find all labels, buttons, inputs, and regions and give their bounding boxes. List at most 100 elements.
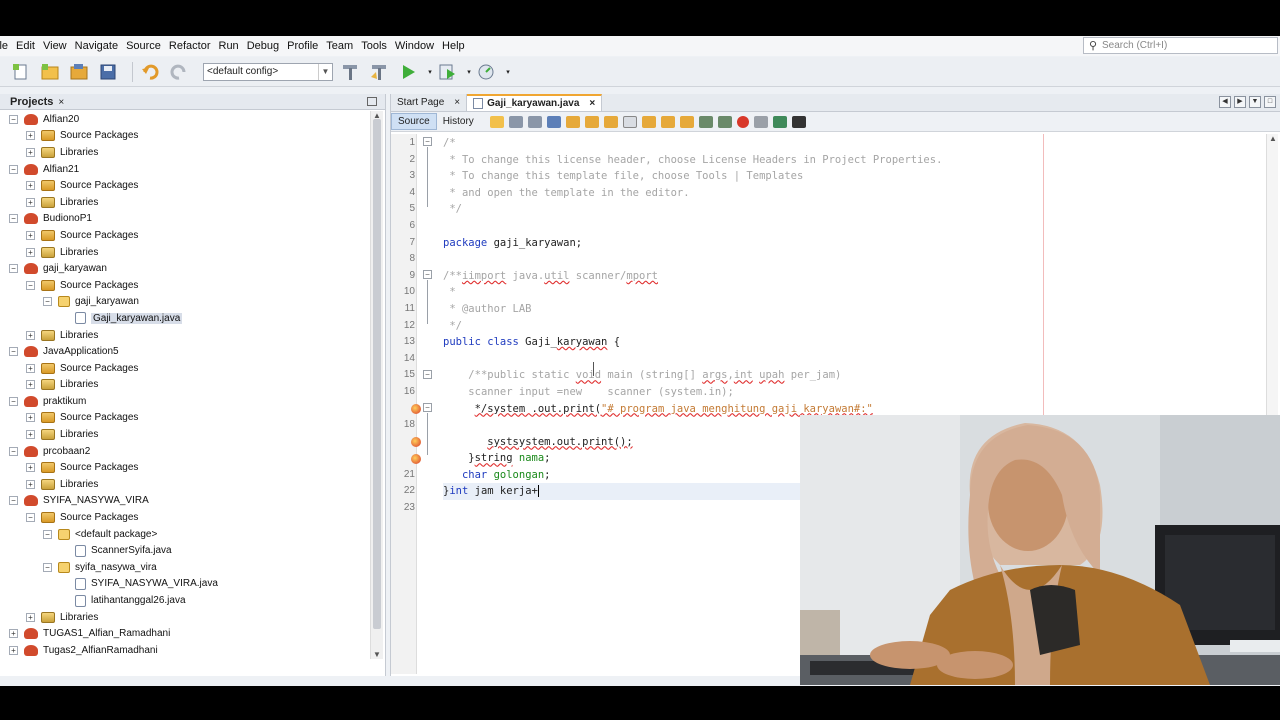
expand-icon[interactable]: + <box>26 181 35 191</box>
menu-item-profile[interactable]: Profile <box>283 40 322 52</box>
collapse-icon[interactable]: − <box>43 562 52 572</box>
build-hammer-icon[interactable] <box>339 61 361 83</box>
collapse-icon[interactable]: − <box>9 114 18 124</box>
save-all-icon[interactable] <box>97 61 119 83</box>
projects-scrollbar[interactable]: ▲ ▼ <box>370 111 383 659</box>
code-line[interactable]: 11 * @author LAB <box>405 301 1263 318</box>
tree-item[interactable]: + Libraries <box>0 327 370 344</box>
next-bookmark-icon[interactable] <box>660 115 675 128</box>
expand-icon[interactable]: + <box>26 479 35 489</box>
expand-icon[interactable]: + <box>9 629 18 639</box>
scroll-left-icon[interactable]: ◀ <box>1219 96 1231 108</box>
scroll-right-icon[interactable]: ▶ <box>1234 96 1246 108</box>
run-icon[interactable] <box>397 61 419 83</box>
code-line[interactable]: 13 public class Gaji_karyawan { <box>404 334 1263 351</box>
tree-item[interactable]: + Libraries <box>0 244 370 261</box>
expand-icon[interactable]: + <box>26 363 35 373</box>
tree-item[interactable]: + Source Packages <box>0 459 370 476</box>
code-line[interactable]: 12 */ <box>404 318 1263 335</box>
tree-item[interactable]: + Libraries <box>0 426 370 443</box>
collapse-icon[interactable]: − <box>9 164 18 174</box>
code-line[interactable]: 15 /**public static void main (string[] … <box>404 367 1263 384</box>
fold-toggle[interactable]: − <box>423 370 432 379</box>
error-hint-icon[interactable] <box>411 437 421 447</box>
scroll-up-icon[interactable]: ▲ <box>1269 134 1277 143</box>
menu-item-run[interactable]: Run <box>215 40 243 52</box>
toggle-bookmark-icon[interactable] <box>679 115 694 128</box>
redo-icon[interactable] <box>168 61 190 83</box>
tree-item[interactable]: Gaji_karyawan.java <box>0 310 370 327</box>
projects-tab[interactable]: Projects × <box>0 96 64 108</box>
expand-icon[interactable]: + <box>26 131 35 141</box>
forward-icon[interactable] <box>527 115 542 128</box>
collapse-icon[interactable]: − <box>9 264 18 274</box>
collapse-icon[interactable]: − <box>9 347 18 357</box>
collapse-icon[interactable]: − <box>9 396 18 406</box>
fold-toggle[interactable]: − <box>423 403 432 412</box>
code-line[interactable]: 5 */ <box>409 201 1263 218</box>
code-line[interactable]: 14 <box>404 351 1263 368</box>
prev-bookmark-icon[interactable] <box>641 115 656 128</box>
find-icon[interactable] <box>546 115 561 128</box>
close-icon[interactable]: × <box>58 97 64 108</box>
collapse-icon[interactable]: − <box>26 513 35 523</box>
history-tab[interactable]: History <box>437 114 480 129</box>
tree-item[interactable]: − syifa_nasywa_vira <box>0 559 370 576</box>
tree-item[interactable]: + Libraries <box>0 377 370 394</box>
debug-icon[interactable] <box>436 61 458 83</box>
tab-gaji-karyawan-java[interactable]: Gaji_karyawan.java × <box>467 94 603 111</box>
tree-item[interactable]: + Tugas2_AlfianRamadhani <box>0 642 370 659</box>
tree-item[interactable]: ScannerSyifa.java <box>0 542 370 559</box>
menu-item-view[interactable]: View <box>39 40 71 52</box>
debug-dropdown-icon[interactable]: ▾ <box>465 61 473 83</box>
tree-item[interactable]: + Libraries <box>0 609 370 626</box>
tab-start-page[interactable]: Start Page × <box>391 94 468 111</box>
tree-item[interactable]: − gaji_karyawan <box>0 260 370 277</box>
config-dropdown[interactable]: <default config> ▼ <box>203 62 333 81</box>
tree-item[interactable]: − BudionoP1 <box>0 211 370 228</box>
expand-icon[interactable]: + <box>26 197 35 207</box>
close-icon[interactable]: × <box>589 98 595 109</box>
menu-item-navigate[interactable]: Navigate <box>71 40 122 52</box>
tree-item[interactable]: − praktikum <box>0 393 370 410</box>
tree-item[interactable]: + Source Packages <box>0 410 370 427</box>
new-project-icon[interactable] <box>39 61 61 83</box>
clean-build-icon[interactable] <box>368 61 390 83</box>
menu-item-help[interactable]: Help <box>438 40 469 52</box>
open-project-icon[interactable] <box>68 61 90 83</box>
toggle-rect-select-icon[interactable] <box>622 115 637 128</box>
error-hint-icon[interactable] <box>411 454 421 464</box>
expand-icon[interactable]: + <box>26 230 35 240</box>
menu-item-debug[interactable]: Debug <box>243 40 283 52</box>
expand-icon[interactable]: + <box>26 247 35 257</box>
menu-item-ile[interactable]: ile <box>0 40 12 52</box>
profile-dropdown-icon[interactable]: ▾ <box>504 61 512 83</box>
code-line[interactable]: 4 * and open the template in the editor. <box>409 185 1263 202</box>
last-edit-icon[interactable] <box>489 115 504 128</box>
tree-item[interactable]: + Source Packages <box>0 227 370 244</box>
code-line[interactable]: 7 package gaji_karyawan; <box>409 235 1263 252</box>
collapse-icon[interactable]: − <box>9 496 18 506</box>
scroll-down-icon[interactable]: ▼ <box>373 650 381 659</box>
uncomment-icon[interactable] <box>791 115 806 128</box>
find-prev-icon[interactable] <box>565 115 580 128</box>
collapse-icon[interactable]: − <box>43 529 52 539</box>
tree-item[interactable]: SYIFA_NASYWA_VIRA.java <box>0 576 370 593</box>
code-line[interactable]: 3 * To change this template file, choose… <box>409 168 1263 185</box>
expand-icon[interactable]: + <box>26 463 35 473</box>
tree-item[interactable]: − Source Packages <box>0 509 370 526</box>
undo-icon[interactable] <box>139 61 161 83</box>
code-line[interactable]: 2 * To change this license header, choos… <box>409 152 1263 169</box>
menu-item-window[interactable]: Window <box>391 40 438 52</box>
start-macro-icon[interactable] <box>736 115 749 128</box>
expand-icon[interactable]: + <box>26 147 35 157</box>
run-dropdown-icon[interactable]: ▾ <box>426 61 434 83</box>
error-hint-icon[interactable] <box>411 404 421 414</box>
menu-item-team[interactable]: Team <box>322 40 357 52</box>
collapse-icon[interactable]: − <box>43 297 52 307</box>
tree-item[interactable]: + Source Packages <box>0 360 370 377</box>
tree-item[interactable]: + Libraries <box>0 476 370 493</box>
tree-item[interactable]: − Alfian21 <box>0 161 370 178</box>
tree-item[interactable]: − <default package> <box>0 526 370 543</box>
stop-macro-icon[interactable] <box>753 115 768 128</box>
